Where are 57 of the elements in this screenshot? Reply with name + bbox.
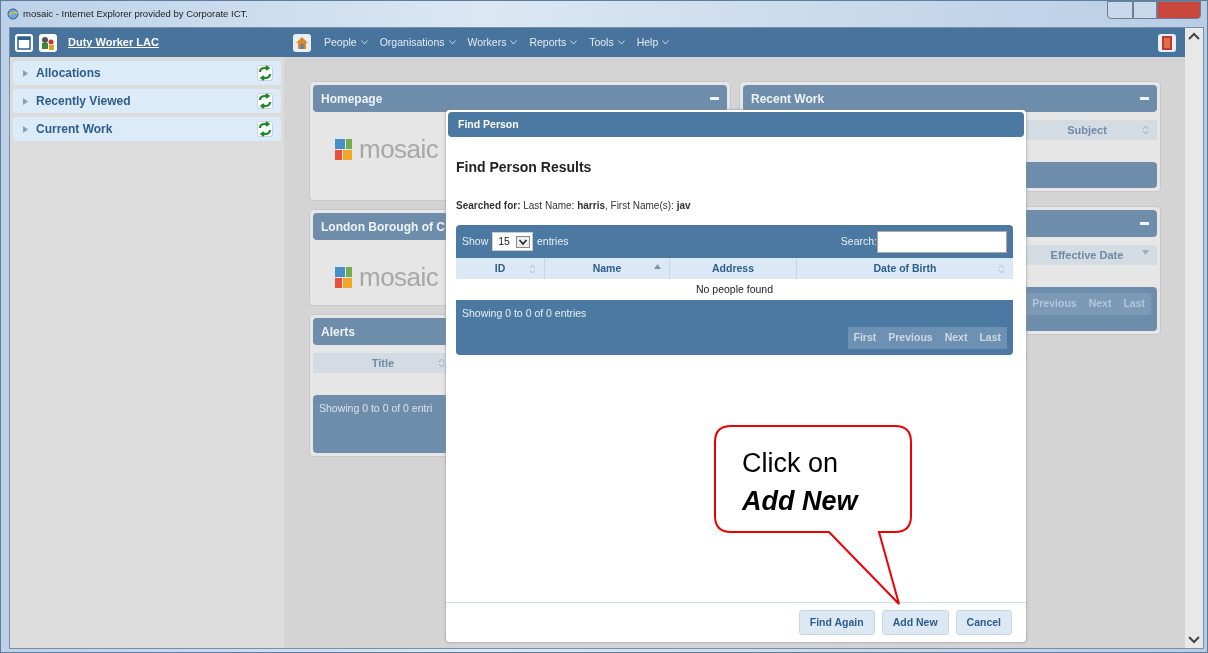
callout-text: Click on <box>742 450 839 477</box>
table-info: Showing 0 to 0 of 0 entri <box>319 401 434 416</box>
search-label: Search: <box>840 233 877 249</box>
minimize-button[interactable] <box>1107 1 1133 19</box>
callout-text: Add New <box>742 488 858 515</box>
collapsed-arrow-icon <box>23 97 28 105</box>
panel-title: Homepage <box>321 90 383 108</box>
refresh-icon[interactable] <box>257 121 273 137</box>
scroll-up-icon[interactable] <box>1188 32 1200 40</box>
home-icon[interactable] <box>292 32 312 53</box>
sidebar-item[interactable]: Recently Viewed <box>13 89 281 113</box>
collapsed-arrow-icon <box>23 69 28 77</box>
dropdown-icon <box>515 235 530 248</box>
panel-title: Recent Work <box>751 90 825 108</box>
table-info: Showing 0 to 0 of 0 entries <box>462 306 588 321</box>
dialog-title: Find Person <box>448 112 1024 137</box>
search-field[interactable] <box>877 230 1007 253</box>
chevron-icon <box>617 40 625 45</box>
panel-title: Alerts <box>321 323 355 341</box>
chevron-icon <box>662 40 670 45</box>
column-header[interactable]: Date of Birth <box>797 258 1013 279</box>
window-title: mosaic - Internet Explorer provided by Corporate ICT. <box>23 6 248 21</box>
dialog-button[interactable]: Find Again <box>798 609 875 636</box>
refresh-icon[interactable] <box>257 93 273 109</box>
chevron-icon <box>360 40 368 45</box>
empty-message: No people found <box>695 281 774 297</box>
chevron-icon <box>448 40 456 45</box>
people-icon[interactable] <box>38 32 58 53</box>
page-length-select[interactable]: 15 <box>492 231 533 252</box>
menu-item[interactable]: People <box>324 34 368 51</box>
window-icon[interactable] <box>14 32 34 53</box>
refresh-icon[interactable] <box>257 65 273 81</box>
maximize-button[interactable] <box>1133 1 1157 19</box>
dialog-button[interactable]: Add New <box>881 609 949 636</box>
menu-item[interactable]: Reports <box>529 34 578 51</box>
menu-item[interactable]: Workers <box>467 34 518 51</box>
chevron-icon <box>570 40 578 45</box>
menu-item[interactable]: Tools <box>589 34 625 51</box>
logo-text: mosaic <box>359 133 439 166</box>
user-link[interactable]: Duty Worker LAC <box>68 34 159 51</box>
scroll-down-icon[interactable] <box>1188 636 1200 644</box>
search-summary: Searched for: Last Name: harris, First Name(s): jav <box>456 199 692 213</box>
scrollbar[interactable] <box>1185 28 1203 648</box>
collapsed-arrow-icon <box>23 125 28 133</box>
menu-item[interactable]: Help <box>636 34 670 51</box>
exit-icon[interactable] <box>1157 32 1177 53</box>
dialog-heading: Find Person Results <box>456 158 593 177</box>
sidebar-item[interactable]: Current Work <box>13 117 281 141</box>
panel-title: London Borough of C <box>321 218 445 236</box>
browser-icon <box>7 8 19 20</box>
entries-label: entries <box>536 233 569 249</box>
dialog-button[interactable]: Cancel <box>955 609 1012 636</box>
chevron-icon <box>510 40 518 45</box>
logo-text: mosaic <box>359 261 439 294</box>
menu-item[interactable]: Organisations <box>379 34 456 51</box>
show-label: Show <box>462 233 489 249</box>
sidebar-item[interactable]: Allocations <box>13 61 281 85</box>
